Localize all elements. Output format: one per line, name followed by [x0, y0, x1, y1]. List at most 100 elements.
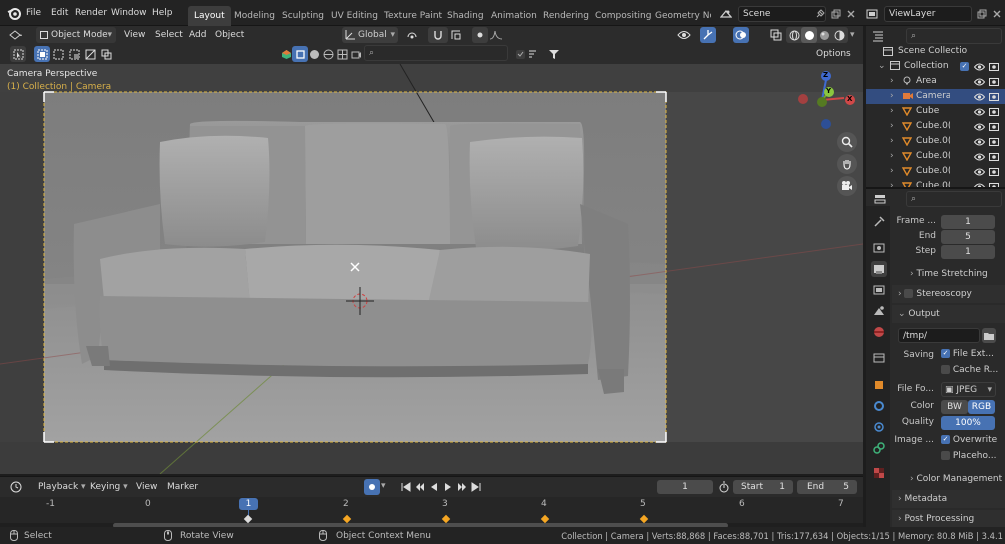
world-tab-icon[interactable]	[871, 324, 887, 340]
blender-logo-icon[interactable]	[6, 5, 22, 21]
tab-layout[interactable]: Layout	[188, 6, 231, 26]
cache-result-option[interactable]: Cache R...	[941, 365, 998, 375]
view-layer-field[interactable]: ViewLayer	[884, 6, 972, 22]
pivot-point-icon[interactable]	[404, 27, 420, 43]
tab-texture-paint[interactable]: Texture Paint	[378, 6, 448, 26]
properties-search-input[interactable]: ⌕	[906, 191, 1002, 207]
3d-viewport[interactable]: Camera Perspective (1) Collection | Came…	[0, 64, 863, 474]
falloff-icon[interactable]	[488, 27, 504, 43]
scene-tab-icon[interactable]	[871, 303, 887, 319]
modifier-tab-icon[interactable]	[871, 398, 887, 414]
outliner-root-row[interactable]: Scene Collectio	[866, 44, 1005, 59]
outliner-item[interactable]: › Cube.0(	[866, 134, 1005, 149]
timeline-menu-marker[interactable]: Marker	[163, 479, 202, 495]
options-dropdown[interactable]: Options ▾	[812, 46, 860, 75]
tab-modeling[interactable]: Modeling	[228, 6, 281, 26]
rendered-shading-icon[interactable]	[831, 27, 847, 43]
folder-icon[interactable]	[982, 328, 996, 343]
sort-options-icon[interactable]	[526, 46, 542, 62]
select-mode-subtract-icon[interactable]	[66, 46, 82, 62]
select-mode-new-icon[interactable]	[34, 46, 50, 62]
object-tab-icon[interactable]	[871, 377, 887, 393]
outliner-item[interactable]: › Cube.0(	[866, 164, 1005, 179]
wireframe-shading-icon[interactable]	[786, 27, 802, 43]
tool-tab-icon[interactable]	[871, 214, 887, 230]
frame-start-timeline-field[interactable]: Start 1	[733, 480, 793, 494]
editor-type-icon[interactable]	[8, 27, 24, 43]
outliner-item[interactable]: › Cube.0(	[866, 119, 1005, 134]
menu-select[interactable]: Select	[151, 27, 187, 43]
keyframe-marker[interactable]	[540, 514, 550, 524]
overlays-toggle-icon[interactable]	[733, 27, 749, 43]
playhead[interactable]: 1	[239, 498, 258, 510]
menu-file[interactable]: File	[22, 5, 45, 21]
keyframe-marker[interactable]	[342, 514, 352, 524]
mode-dropdown[interactable]: Object Mode ▾	[36, 27, 116, 43]
viewport-search-input[interactable]: ⌕	[364, 45, 508, 61]
placeholders-option[interactable]: Placeho...	[941, 451, 996, 461]
file-extensions-checkbox[interactable]: ✓	[941, 349, 950, 358]
timeline-menu-keying[interactable]: Keying ▾	[86, 479, 132, 495]
tab-uv-editing[interactable]: UV Editing	[325, 6, 384, 26]
overwrite-checkbox[interactable]: ✓	[941, 435, 950, 444]
duplicate-layer-icon[interactable]	[974, 6, 990, 22]
constraint-tab-icon[interactable]	[871, 440, 887, 456]
outliner-item[interactable]: › Cube	[866, 104, 1005, 119]
pan-hand-icon[interactable]	[837, 154, 857, 174]
keyframe-marker[interactable]	[639, 514, 649, 524]
outliner-item[interactable]: ⌄ Collection ✓	[866, 59, 1005, 74]
viewport-camera-icon[interactable]	[348, 46, 364, 62]
stereoscopy-section[interactable]: › Stereoscopy	[892, 285, 1005, 303]
file-extensions-option[interactable]: ✓ File Ext...	[941, 349, 994, 359]
tab-geometry-nodes[interactable]: Geometry Noc	[649, 6, 711, 26]
tab-sculpting[interactable]: Sculpting	[276, 6, 330, 26]
tab-rendering[interactable]: Rendering	[537, 6, 595, 26]
frame-start-field[interactable]: 1	[941, 215, 995, 229]
zoom-icon[interactable]	[837, 132, 857, 152]
menu-window[interactable]: Window	[107, 5, 151, 21]
timeline-menu-view[interactable]: View	[132, 479, 161, 495]
solid-shading-icon[interactable]	[801, 27, 817, 43]
filter-funnel-icon[interactable]	[546, 46, 562, 62]
timeline-ruler[interactable]: -1 0 2 3 4 5 6 7 1	[0, 497, 863, 528]
cache-result-checkbox[interactable]	[941, 365, 950, 374]
keyframe-marker[interactable]	[243, 514, 253, 524]
camera-view-icon[interactable]	[837, 176, 857, 196]
menu-render[interactable]: Render	[71, 5, 111, 21]
select-tool-icon[interactable]	[10, 46, 26, 62]
auto-keying-icon[interactable]	[364, 479, 380, 495]
frame-end-timeline-field[interactable]: End 5	[797, 480, 857, 494]
quality-slider[interactable]: 100%	[941, 416, 995, 430]
close-layer-icon[interactable]	[989, 6, 1005, 22]
metadata-section[interactable]: › Metadata	[892, 490, 1005, 508]
transform-orientation-dropdown[interactable]: Global ▾	[342, 27, 398, 43]
frame-end-field[interactable]: 5	[941, 230, 995, 244]
select-mode-extend-icon[interactable]	[50, 46, 66, 62]
overwrite-option[interactable]: ✓ Overwrite	[941, 435, 997, 445]
output-section-header[interactable]: ⌄ Output	[892, 305, 1005, 323]
keying-options-icon[interactable]: ▾	[381, 481, 386, 491]
menu-add[interactable]: Add	[185, 27, 210, 43]
frame-step-field[interactable]: 1	[941, 245, 995, 259]
output-tab-icon[interactable]	[871, 261, 887, 277]
keyframe-marker[interactable]	[441, 514, 451, 524]
proportional-edit-icon[interactable]	[472, 27, 488, 43]
pin-icon[interactable]	[812, 6, 828, 22]
chevron-right-icon[interactable]: ›	[890, 104, 894, 119]
post-processing-section[interactable]: › Post Processing	[892, 510, 1005, 528]
timeline-editor-icon[interactable]	[8, 479, 24, 495]
close-scene-icon[interactable]	[843, 6, 859, 22]
menu-view[interactable]: View	[120, 27, 149, 43]
outliner-item[interactable]: › Area	[866, 74, 1005, 89]
tab-shading[interactable]: Shading	[441, 6, 490, 26]
chevron-right-icon[interactable]: ›	[890, 149, 894, 164]
color-bw-button[interactable]: BW	[941, 400, 968, 414]
physics-tab-icon[interactable]	[871, 419, 887, 435]
visibility-icon[interactable]	[676, 27, 692, 43]
output-path-field[interactable]: /tmp/	[898, 328, 980, 343]
tab-animation[interactable]: Animation	[485, 6, 543, 26]
menu-edit[interactable]: Edit	[47, 5, 72, 21]
view-layer-icon[interactable]	[864, 6, 880, 22]
collection-include-checkbox[interactable]: ✓	[960, 62, 969, 71]
chevron-right-icon[interactable]: ›	[890, 74, 894, 89]
